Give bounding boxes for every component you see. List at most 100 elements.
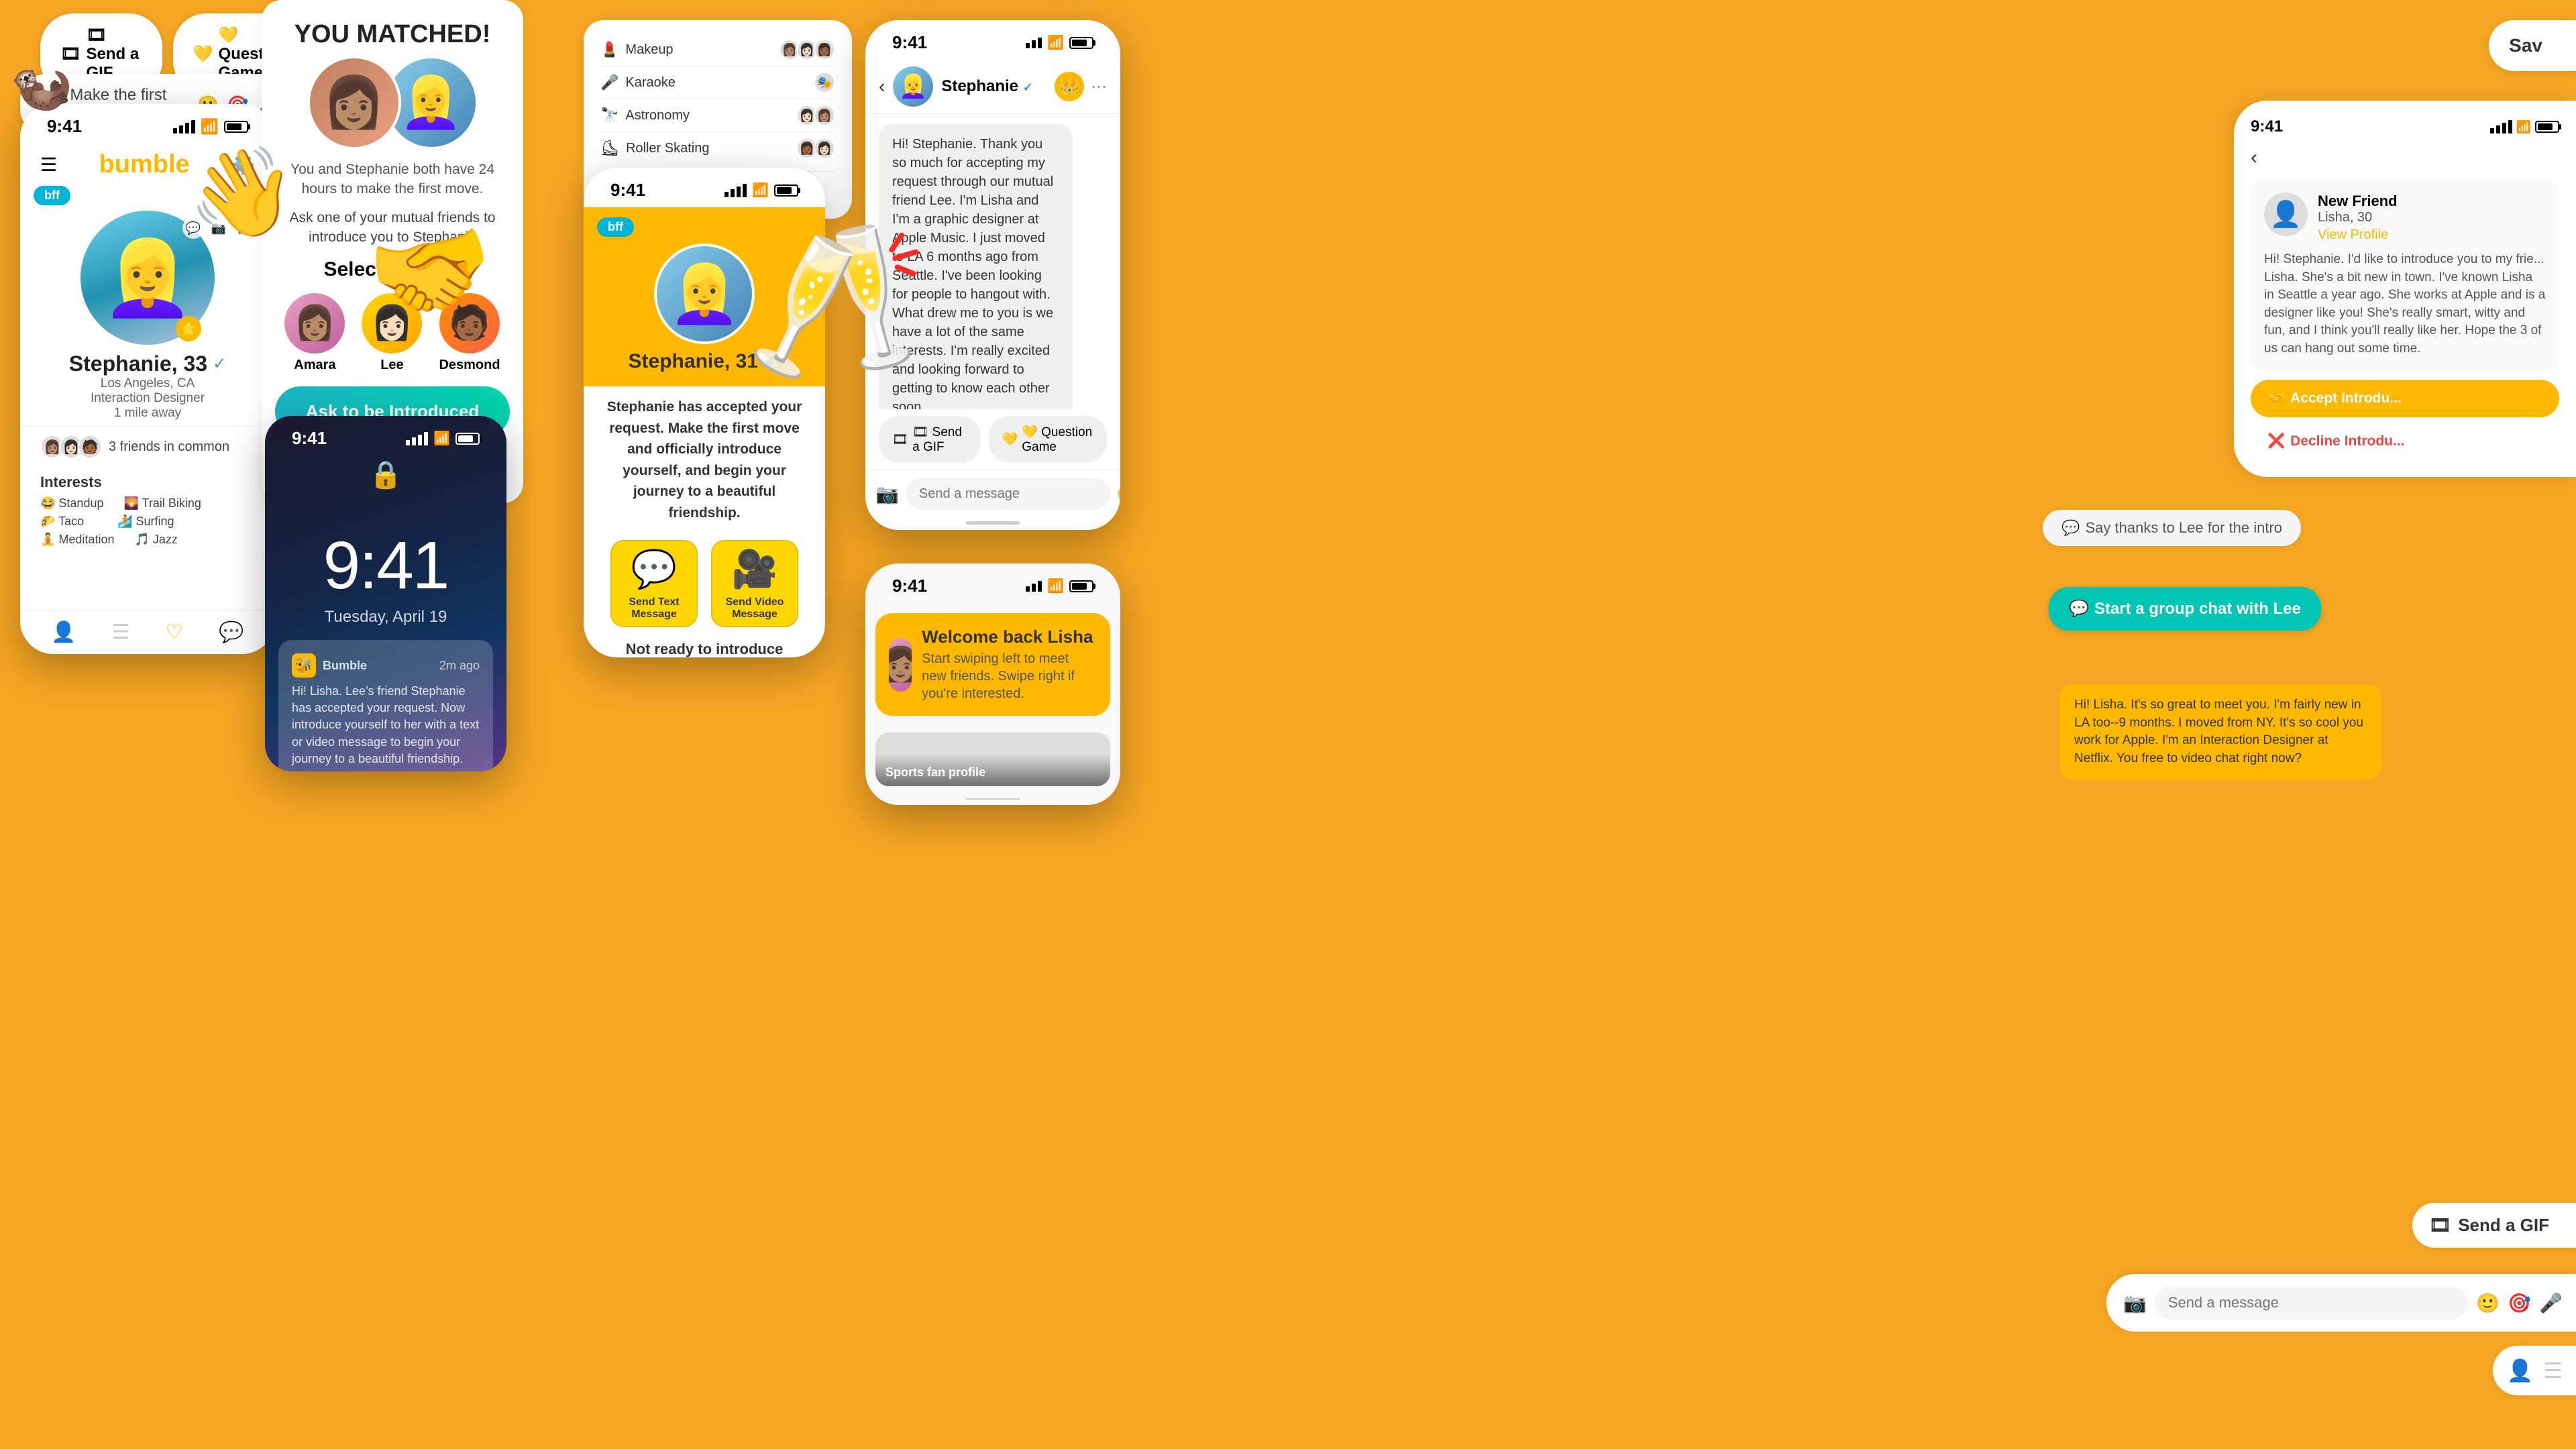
say-thanks-partial[interactable]: 💬 Say thanks to Lee for the intro xyxy=(2043,510,2301,546)
phone5-status-bar: 9:41 📶 xyxy=(865,20,1120,60)
chat-name-display: Stephanie ✓ xyxy=(941,77,1032,96)
profile-partial-icon[interactable]: 👤 xyxy=(2506,1358,2533,1383)
battery-5-icon xyxy=(1069,37,1093,49)
say-thanks-label: Say thanks to Lee for the intro xyxy=(2085,519,2282,537)
heart-nav-icon[interactable]: ♡ xyxy=(165,621,183,644)
profile-job: Interaction Designer xyxy=(34,391,262,406)
action-btns-row: 💬 Send Text Message 🎥 Send Video Message xyxy=(584,533,825,634)
phone6-frame: 9:41 📶 👩🏽 Welcome back Lisha Start swipi… xyxy=(865,564,1120,805)
friends-count-text: 3 friends in common xyxy=(109,439,229,455)
friend-avatars: 👩🏽 👩🏻 🧑🏾 xyxy=(40,435,102,459)
gif-chat-icon: 🎞 xyxy=(892,431,908,447)
lockscreen-phone: 9:41 📶 🔒 9:41 Tuesday, April 19 🐝 Bumble… xyxy=(265,416,506,771)
text-msg-icon: 💬 xyxy=(631,547,677,591)
wifi-4-icon: 📶 xyxy=(752,182,769,199)
friend-name-lee: Lee xyxy=(380,358,403,373)
chat-nav-icon[interactable]: 💬 xyxy=(219,621,244,644)
champagne-emoji: 🥂 xyxy=(745,215,928,388)
group-chat-partial[interactable]: 💬 Start a group chat with Lee xyxy=(2049,587,2321,631)
send-message-input-bar: 📷 🙂 🎯 🎤 xyxy=(2106,1274,2576,1332)
signal-bars-lock xyxy=(406,432,428,445)
welcome-title: Welcome back Lisha xyxy=(922,627,1097,647)
tag-row-roller-skating: ⛸ Roller Skating 👩🏾 👩🏻 xyxy=(600,132,835,164)
matched-subtitle: You and Stephanie both have 24 hours to … xyxy=(275,156,510,203)
gif-partial-icon: 🎞 xyxy=(2429,1215,2451,1236)
wave-hand-emoji: 👋 xyxy=(188,141,297,244)
camera-partial-icon[interactable]: 📷 xyxy=(2123,1292,2147,1314)
notif-body-text: Hi! Lisha. Lee's friend Stephanie has ac… xyxy=(292,683,480,767)
phone6-icons: 📶 xyxy=(1026,578,1093,594)
makeup-label: Makeup xyxy=(625,42,673,58)
handshake-emoji: 🤝 xyxy=(360,205,504,343)
bff-badge: bff xyxy=(34,186,70,205)
send-gif-partial[interactable]: 🎞 Send a GIF xyxy=(2412,1203,2576,1248)
send-message-field[interactable] xyxy=(2155,1286,2469,1320)
back-arrow-7[interactable]: ‹ xyxy=(2251,146,2559,169)
send-text-btn[interactable]: 💬 Send Text Message xyxy=(610,540,698,627)
send-video-label: Send Video Message xyxy=(712,596,797,621)
accept-intro-button[interactable]: 🤝 Accept Introdu... xyxy=(2251,380,2559,417)
not-ready-text: Not ready to introduce yourself right no… xyxy=(584,634,825,657)
interest-jazz: 🎵 Jazz xyxy=(134,533,177,547)
friends-section: 👩🏽 👩🏻 🧑🏾 3 friends in common xyxy=(20,426,275,467)
roller-skate-icon: ⛸ xyxy=(600,140,619,157)
emoji-input-icon[interactable]: 🙂 xyxy=(1117,483,1120,505)
qg-chat-icon: 💛 xyxy=(1002,431,1018,447)
interest-tags-row1: 😂 Standup 🌄 Trail Biking xyxy=(40,496,255,511)
send-gif-chat-btn[interactable]: 🎞 🎞 Send a GIF xyxy=(879,416,981,463)
save-partial-button[interactable]: Sav xyxy=(2489,20,2576,71)
profile-distance: 1 mile away xyxy=(34,406,262,421)
back-button[interactable]: ‹ xyxy=(879,76,885,97)
wb-avatar: 👩🏽 xyxy=(889,638,912,692)
accept-btn-label: Accept Introdu... xyxy=(2290,390,2402,407)
send-video-btn[interactable]: 🎥 Send Video Message xyxy=(711,540,798,627)
lockscreen-status-bar: 9:41 📶 xyxy=(265,416,506,455)
tag-row-karaoke: 🎤 Karaoke 🎭 xyxy=(600,66,835,99)
match-photo-user: 👩🏽 xyxy=(307,56,401,150)
signal-icon xyxy=(173,120,195,133)
interest-meditation: 🧘 Meditation xyxy=(40,533,114,547)
menu-partial-icon[interactable]: ☰ xyxy=(2543,1358,2563,1383)
group-icon: 💬 xyxy=(2069,599,2089,619)
bottom-nav: 👤 ☰ ♡ 💬 xyxy=(20,610,275,654)
profile-name: Stephanie, 33 xyxy=(69,352,207,376)
sticker-partial-icon[interactable]: 🎯 xyxy=(2508,1292,2531,1314)
menu-icon[interactable]: ☰ xyxy=(40,154,57,176)
msg-suggest-icon: 💬 xyxy=(2061,519,2080,537)
chat-avatar: 👱‍♀️ xyxy=(893,66,933,107)
interest-standup: 😂 Standup xyxy=(40,496,103,511)
friend-name-desmond: Desmond xyxy=(439,358,500,373)
decline-intro-button[interactable]: ❌ Decline Introdu... xyxy=(2251,423,2559,460)
astronomy-icon: 🔭 xyxy=(600,107,619,124)
tag-row-makeup: 💄 Makeup 👩🏽 👩🏻 👩🏾 xyxy=(600,34,835,66)
lock-notification[interactable]: 🐝 Bumble 2m ago Hi! Lisha. Lee's friend … xyxy=(278,640,493,771)
emoji-partial-icon[interactable]: 🙂 xyxy=(2476,1292,2500,1314)
bumble-notif-icon: 🐝 xyxy=(292,653,316,678)
chat-input-bar: 📷 🙂 🎯 🎤 xyxy=(865,470,1120,518)
phone6-status-bar: 9:41 📶 xyxy=(865,564,1120,603)
signal-bars-6 xyxy=(1026,581,1042,592)
profile-nav-icon[interactable]: 👤 xyxy=(51,621,76,644)
phone6-screen: 9:41 📶 👩🏽 Welcome back Lisha Start swipi… xyxy=(865,564,1120,805)
x-decline-icon: ❌ xyxy=(2267,433,2285,449)
menu-nav-icon[interactable]: ☰ xyxy=(112,621,130,644)
camera-input-icon[interactable]: 📷 xyxy=(875,483,899,505)
nf-info: Lisha, 30 xyxy=(2318,210,2398,225)
phone6-time: 9:41 xyxy=(892,576,927,596)
more-options-icon[interactable]: ⋯ xyxy=(1091,77,1107,97)
message-input[interactable] xyxy=(906,478,1110,510)
tag-row-astronomy: 🔭 Astronomy 👩🏻 👩🏽 xyxy=(600,99,835,132)
profile-partial-nav: 👤 ☰ xyxy=(2493,1346,2576,1395)
video-msg-icon: 🎥 xyxy=(732,547,777,591)
handshake-accept-icon: 🤝 xyxy=(2267,390,2285,407)
lockscreen-status-icons: 📶 xyxy=(406,430,480,447)
view-profile-link[interactable]: View Profile xyxy=(2318,227,2398,243)
nf-avatar-display: 👤 xyxy=(2264,193,2308,236)
question-game-chat-btn[interactable]: 💛 💛 Question Game xyxy=(989,416,1107,463)
status-icons: 📶 xyxy=(173,118,248,136)
friend-amara[interactable]: 👩🏽 Amara xyxy=(284,293,345,373)
favorite-star-badge[interactable]: ⭐ xyxy=(176,316,201,341)
swipe-profile-area[interactable]: Sports fan profile xyxy=(875,733,1110,786)
interest-tags-row2: 🌮 Taco 🏄 Surfing xyxy=(40,515,255,529)
mic-partial-icon[interactable]: 🎤 xyxy=(2539,1292,2563,1314)
